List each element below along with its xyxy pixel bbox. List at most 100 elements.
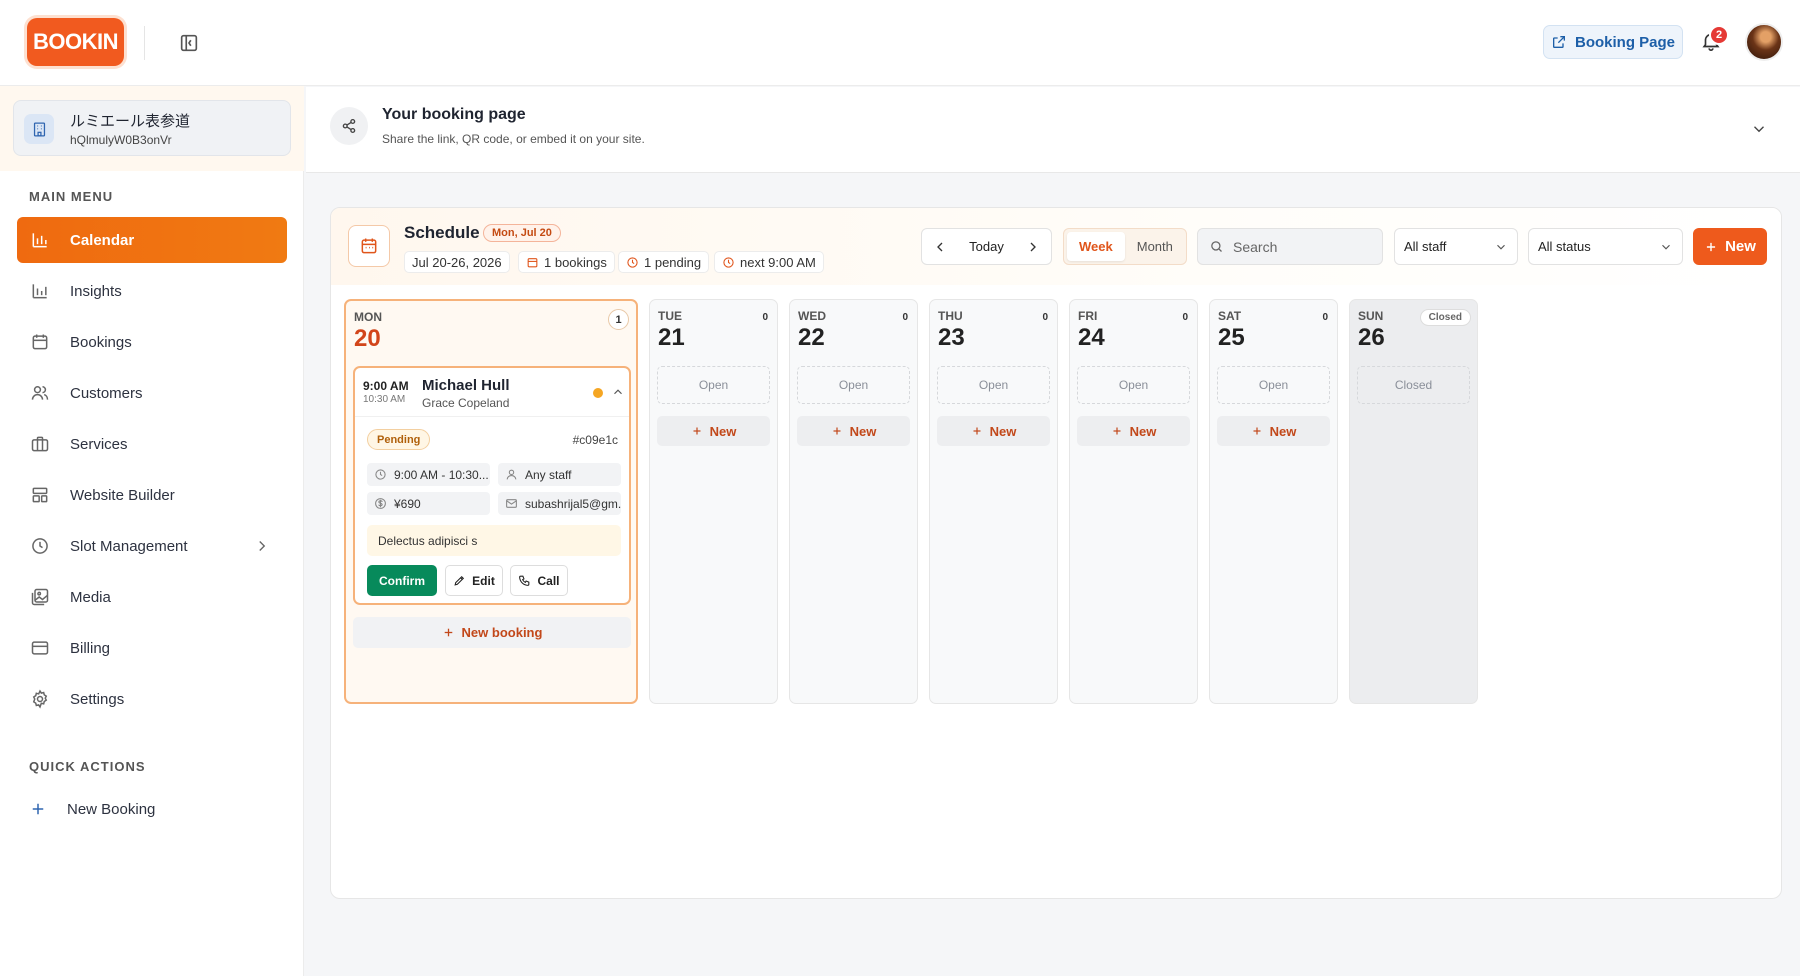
open-slot[interactable]: Open (1217, 366, 1330, 404)
sidebar-item-bookings[interactable]: Bookings (17, 319, 287, 365)
booking-page-button[interactable]: Booking Page (1543, 25, 1683, 59)
mail-icon (505, 497, 518, 510)
email-value: subashrijal5@gm... (525, 496, 621, 511)
email-field[interactable]: subashrijal5@gm... (498, 492, 621, 515)
sidebar-item-label: Services (70, 435, 128, 453)
quick-actions-title: QUICK ACTIONS (29, 759, 146, 774)
status-filter-value: All status (1538, 239, 1591, 254)
sidebar-item-label: Customers (70, 384, 143, 402)
open-slot[interactable]: Open (657, 366, 770, 404)
day-number: 23 (938, 324, 965, 351)
today-button[interactable]: Today (958, 239, 1015, 254)
closed-slot: Closed (1357, 366, 1470, 404)
booking-page-panel[interactable]: Your booking page Share the link, QR cod… (306, 87, 1800, 173)
customer-name: Michael Hull (422, 377, 510, 394)
day-of-week: FRI (1078, 309, 1098, 323)
clock-icon (374, 468, 387, 481)
sidebar-item-slot-management[interactable]: Slot Management (17, 523, 287, 569)
booking-start-time: 9:00 AM (363, 379, 409, 393)
plus-icon (1704, 240, 1718, 254)
sidebar-item-insights[interactable]: Insights (17, 268, 287, 314)
staff-filter-value: All staff (1404, 239, 1447, 254)
day-new-label: New (1269, 423, 1297, 439)
plus-icon (1251, 425, 1263, 437)
new-button[interactable]: New (1693, 228, 1767, 265)
edit-label: Edit (472, 573, 495, 588)
day-column-sat[interactable]: SAT 25 0 Open New (1209, 299, 1338, 704)
sidebar-item-website-builder[interactable]: Website Builder (17, 472, 287, 518)
pencil-icon (453, 574, 466, 587)
confirm-button[interactable]: Confirm (367, 565, 437, 596)
day-column-wed[interactable]: WED 22 0 Open New (789, 299, 918, 704)
day-new-button[interactable]: New (1077, 416, 1190, 446)
chevron-down-icon[interactable] (1750, 120, 1768, 138)
tab-week[interactable]: Week (1067, 232, 1125, 261)
booking-count-badge: 0 (902, 312, 908, 323)
insights-icon (30, 281, 50, 301)
closed-badge: Closed (1419, 309, 1471, 326)
time-range-value: 9:00 AM - 10:30... (394, 467, 489, 482)
day-column-thu[interactable]: THU 23 0 Open New (929, 299, 1058, 704)
day-of-week: SUN (1358, 309, 1384, 323)
workspace-switcher[interactable]: ルミエール表参道 hQlmulyW0B3onVr (13, 100, 291, 156)
booking-count-badge: 1 (608, 309, 629, 330)
call-label: Call (537, 573, 560, 588)
new-booking-button[interactable]: New booking (353, 617, 631, 648)
date-badge: Mon, Jul 20 (483, 224, 561, 242)
day-column-sun: SUN 26 Closed Closed (1349, 299, 1478, 704)
sidebar-item-label: Settings (70, 690, 125, 708)
open-slot[interactable]: Open (797, 366, 910, 404)
day-new-label: New (849, 423, 877, 439)
open-slot[interactable]: Open (937, 366, 1050, 404)
bookings-count: 1 bookings (544, 254, 607, 270)
credit-card-icon (30, 638, 50, 658)
search-input[interactable]: Search (1197, 228, 1383, 265)
plus-icon (831, 425, 843, 437)
plus-icon (691, 425, 703, 437)
day-new-button[interactable]: New (937, 416, 1050, 446)
day-column-mon[interactable]: MON 20 1 9:00 AM 10:30 AM Michael Hull G… (344, 299, 638, 704)
price-field: ¥690 (367, 492, 490, 515)
dollar-icon (374, 497, 387, 510)
booking-count-badge: 0 (1182, 312, 1188, 323)
open-slot[interactable]: Open (1077, 366, 1190, 404)
pending-count: 1 pending (644, 254, 702, 270)
quick-action-new-booking[interactable]: New Booking (29, 800, 155, 818)
logo[interactable]: BOOKIN (27, 18, 124, 66)
search-placeholder: Search (1233, 238, 1278, 255)
day-new-button[interactable]: New (657, 416, 770, 446)
day-column-tue[interactable]: TUE 21 0 Open New (649, 299, 778, 704)
day-of-week: TUE (658, 309, 682, 323)
sidebar-item-media[interactable]: Media (17, 574, 287, 620)
chevron-right-icon[interactable] (1015, 229, 1051, 264)
sidebar-toggle-icon[interactable] (178, 32, 200, 54)
edit-button[interactable]: Edit (445, 565, 503, 596)
sidebar-item-calendar[interactable]: Calendar (17, 217, 287, 263)
day-new-button[interactable]: New (1217, 416, 1330, 446)
sidebar-item-customers[interactable]: Customers (17, 370, 287, 416)
booking-count-badge: 0 (1042, 312, 1048, 323)
call-button[interactable]: Call (510, 565, 568, 596)
tab-month[interactable]: Month (1125, 232, 1185, 261)
day-new-button[interactable]: New (797, 416, 910, 446)
avatar[interactable] (1745, 23, 1783, 61)
chevron-up-icon[interactable] (611, 385, 625, 399)
briefcase-icon (30, 434, 50, 454)
main-menu-title: MAIN MENU (29, 189, 114, 204)
day-column-fri[interactable]: FRI 24 0 Open New (1069, 299, 1198, 704)
sidebar-item-settings[interactable]: Settings (17, 676, 287, 722)
gear-icon (30, 689, 50, 709)
sidebar-item-services[interactable]: Services (17, 421, 287, 467)
booking-note: Delectus adipisci s (367, 525, 621, 556)
booking-card[interactable]: 9:00 AM 10:30 AM Michael Hull Grace Cope… (353, 366, 631, 605)
chevron-right-icon (253, 537, 271, 555)
booking-page-title: Your booking page (382, 106, 526, 123)
status-filter-select[interactable]: All status (1528, 228, 1683, 265)
booking-count-badge: 0 (1322, 312, 1328, 323)
calendar-icon (348, 225, 390, 267)
day-of-week: MON (354, 310, 382, 324)
chevron-left-icon[interactable] (922, 229, 958, 264)
plus-icon (971, 425, 983, 437)
sidebar-item-billing[interactable]: Billing (17, 625, 287, 671)
staff-filter-select[interactable]: All staff (1394, 228, 1518, 265)
